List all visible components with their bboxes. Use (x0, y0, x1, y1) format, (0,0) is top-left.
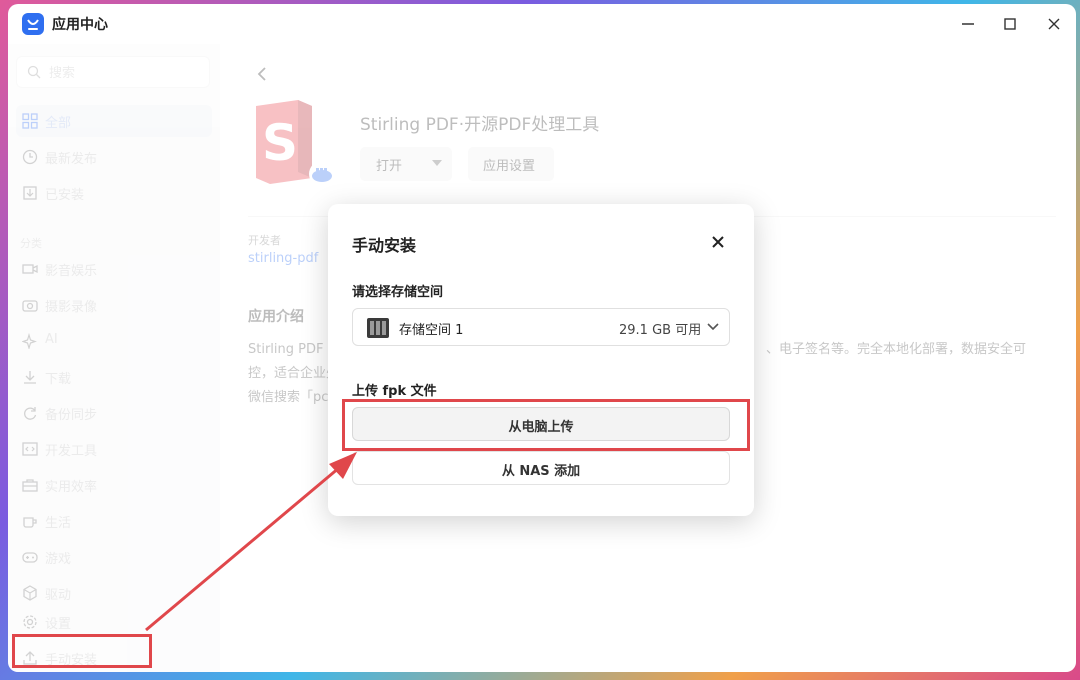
annotation-arrow (145, 452, 357, 632)
